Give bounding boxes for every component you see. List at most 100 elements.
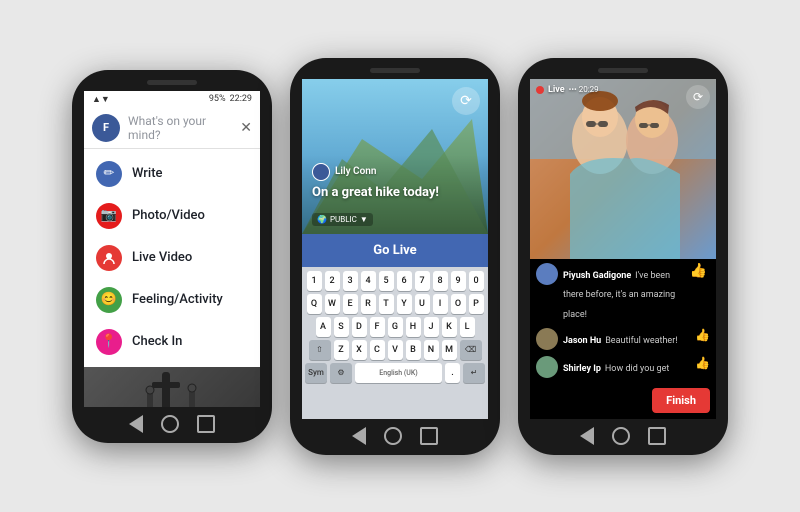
- time-display: 22:29: [230, 94, 252, 104]
- key-u[interactable]: U: [415, 294, 430, 314]
- kb-row-z: ⇧ Z X C V B N M ⌫: [305, 340, 485, 360]
- key-l[interactable]: L: [460, 317, 475, 337]
- key-y[interactable]: Y: [397, 294, 412, 314]
- menu-item-feeling[interactable]: 😊 Feeling/Activity: [84, 279, 260, 321]
- phone-speaker-3: [598, 68, 648, 73]
- recent-nav-2[interactable]: [420, 427, 438, 445]
- key-e[interactable]: E: [343, 294, 358, 314]
- menu-item-photo[interactable]: 📷 Photo/Video: [84, 195, 260, 237]
- post-placeholder[interactable]: What's on your mind?: [128, 114, 232, 142]
- key-x[interactable]: X: [352, 340, 367, 360]
- home-nav-3[interactable]: [612, 427, 630, 445]
- key-sym[interactable]: Sym: [305, 363, 327, 383]
- back-nav-2[interactable]: [352, 427, 366, 445]
- comment-like-1[interactable]: 👍: [687, 263, 710, 279]
- camera-flip-button-2[interactable]: ⟳: [452, 87, 480, 115]
- home-nav-2[interactable]: [384, 427, 402, 445]
- menu-item-write[interactable]: ✏ Write: [84, 153, 260, 195]
- live-camera-view: Live ••• 20:29 ⟳: [530, 79, 716, 259]
- go-live-button[interactable]: Go Live: [302, 234, 488, 267]
- home-nav-1[interactable]: [161, 415, 179, 433]
- finish-btn-area: Finish: [530, 383, 716, 419]
- finish-button[interactable]: Finish: [652, 388, 710, 413]
- home-bar-1: [129, 407, 215, 443]
- back-nav-1[interactable]: [129, 415, 143, 433]
- live-label: Live Video: [132, 250, 192, 265]
- key-2[interactable]: 2: [325, 271, 340, 291]
- key-p[interactable]: P: [469, 294, 484, 314]
- key-c[interactable]: C: [370, 340, 385, 360]
- key-b[interactable]: B: [406, 340, 421, 360]
- recent-nav-3[interactable]: [648, 427, 666, 445]
- photo-icon: 📷: [96, 203, 122, 229]
- key-5[interactable]: 5: [379, 271, 394, 291]
- key-enter[interactable]: ↵: [463, 363, 485, 383]
- key-v[interactable]: V: [388, 340, 403, 360]
- comment-name-1: Piyush Gadigone: [563, 271, 631, 281]
- kb-row-a: A S D F G H J K L: [305, 317, 485, 337]
- key-r[interactable]: R: [361, 294, 376, 314]
- write-icon: ✏: [96, 161, 122, 187]
- public-label: PUBLIC: [330, 215, 357, 224]
- status-bar-1: ▲▼ 95% 22:29: [84, 91, 260, 108]
- key-t[interactable]: T: [379, 294, 394, 314]
- camera-flip-button-3[interactable]: ⟳: [686, 85, 710, 109]
- camera-avatar: [312, 163, 330, 181]
- key-w[interactable]: W: [325, 294, 340, 314]
- key-period[interactable]: .: [445, 363, 460, 383]
- comment-avatar-2: [536, 328, 558, 350]
- phone-screen-1: ▲▼ 95% 22:29 F What's on your mind? ✕ ✏ …: [84, 91, 260, 407]
- key-q[interactable]: Q: [307, 294, 322, 314]
- key-k[interactable]: K: [442, 317, 457, 337]
- key-f[interactable]: F: [370, 317, 385, 337]
- flip-icon-2: ⟳: [460, 93, 472, 109]
- comment-like-3[interactable]: 👍: [695, 356, 710, 370]
- recent-nav-1[interactable]: [197, 415, 215, 433]
- menu-item-checkin[interactable]: 📍 Check In: [84, 321, 260, 363]
- key-h[interactable]: H: [406, 317, 421, 337]
- phone-screen-3: Live ••• 20:29 ⟳ Piyush Gadigone I've be…: [530, 79, 716, 419]
- key-n[interactable]: N: [424, 340, 439, 360]
- key-1[interactable]: 1: [307, 271, 322, 291]
- key-d[interactable]: D: [352, 317, 367, 337]
- key-i[interactable]: I: [433, 294, 448, 314]
- key-space[interactable]: English (UK): [355, 363, 442, 383]
- home-bar-2: [352, 419, 438, 455]
- key-9[interactable]: 9: [451, 271, 466, 291]
- post-header: F What's on your mind? ✕: [84, 108, 260, 149]
- key-4[interactable]: 4: [361, 271, 376, 291]
- comment-like-2[interactable]: 👍: [695, 328, 710, 342]
- key-o[interactable]: O: [451, 294, 466, 314]
- camera-overlay: Lily Conn On a great hike today! 🌍 PUBLI…: [302, 155, 488, 234]
- key-7[interactable]: 7: [415, 271, 430, 291]
- key-a[interactable]: A: [316, 317, 331, 337]
- camera-username: Lily Conn: [335, 166, 376, 177]
- key-m[interactable]: M: [442, 340, 457, 360]
- menu-item-live[interactable]: Live Video: [84, 237, 260, 279]
- comment-name-3: Shirley Ip: [563, 364, 601, 374]
- key-0[interactable]: 0: [469, 271, 484, 291]
- key-shift[interactable]: ⇧: [309, 340, 331, 360]
- photo-label: Photo/Video: [132, 208, 205, 223]
- checkin-icon: 📍: [96, 329, 122, 355]
- post-image: [84, 367, 260, 407]
- key-g[interactable]: G: [388, 317, 403, 337]
- comments-section: Piyush Gadigone I've been there before, …: [530, 259, 716, 383]
- selfie-svg: [530, 79, 716, 259]
- key-s[interactable]: S: [334, 317, 349, 337]
- key-settings[interactable]: ⚙: [330, 363, 352, 383]
- key-3[interactable]: 3: [343, 271, 358, 291]
- public-badge[interactable]: 🌍 PUBLIC ▼: [312, 213, 373, 226]
- phone-screen-2: ⟳ Lily Conn On a great hike today! 🌍 PUB…: [302, 79, 488, 419]
- key-6[interactable]: 6: [397, 271, 412, 291]
- key-j[interactable]: J: [424, 317, 439, 337]
- key-z[interactable]: Z: [334, 340, 349, 360]
- close-button[interactable]: ✕: [240, 120, 252, 136]
- comment-name-2: Jason Hu: [563, 336, 601, 346]
- comment-content-1: Piyush Gadigone I've been there before, …: [563, 263, 682, 322]
- key-backspace[interactable]: ⌫: [460, 340, 482, 360]
- live-icon: [96, 245, 122, 271]
- back-nav-3[interactable]: [580, 427, 594, 445]
- key-8[interactable]: 8: [433, 271, 448, 291]
- battery-indicator: 95%: [209, 94, 226, 104]
